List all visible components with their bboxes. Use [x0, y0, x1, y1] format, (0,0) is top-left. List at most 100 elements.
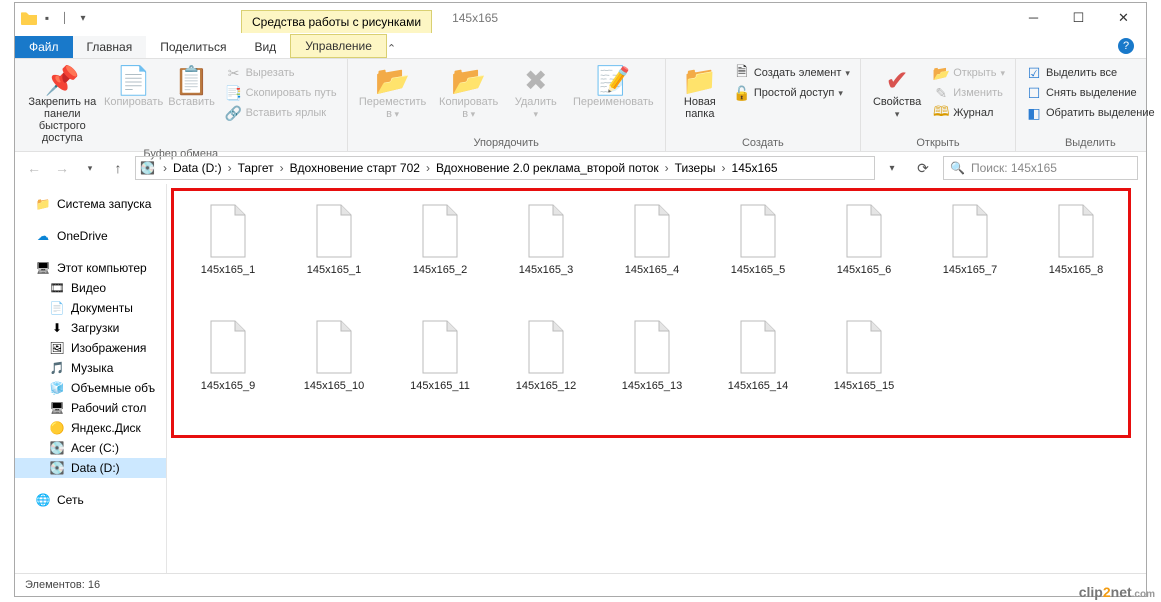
move-to-button[interactable]: 📂 Переместить в	[356, 62, 430, 135]
content-area[interactable]: 145x165_1145x165_1145x165_2145x165_3145x…	[167, 184, 1146, 573]
nav-up-button[interactable]: ↑	[107, 157, 129, 179]
breadcrumb-seg[interactable]: Data (D:)	[171, 161, 224, 175]
tree-item[interactable]: ⬇Загрузки	[15, 318, 166, 338]
ribbon-collapse-icon[interactable]: ⌃	[387, 42, 396, 55]
help-icon[interactable]: ?	[1118, 38, 1134, 54]
ribbon-group-select: ☑Выделить все ☐Снять выделение ◧Обратить…	[1016, 59, 1161, 151]
wm-d: .com	[1132, 589, 1155, 600]
nav-tree[interactable]: 📁Система запуска ☁OneDrive 🖥Этот компьютер…	[15, 184, 167, 573]
invert-label: Обратить выделение	[1046, 107, 1155, 119]
easy-access-button[interactable]: 🔓Простой доступ	[732, 84, 852, 102]
file-item[interactable]: 145x165_7	[917, 194, 1023, 310]
file-item[interactable]: 145x165_15	[811, 310, 917, 426]
tab-file[interactable]: Файл	[15, 36, 73, 58]
nav-recent-dropdown[interactable]: ▾	[79, 157, 101, 179]
tree-item[interactable]: 🖼Изображения	[15, 338, 166, 358]
open-button[interactable]: 📂Открыть	[931, 64, 1007, 82]
maximize-button[interactable]: ☐	[1056, 3, 1101, 32]
file-item[interactable]: 145x165_1	[175, 194, 281, 310]
paste-shortcut-button[interactable]: 🔗Вставить ярлык	[224, 104, 339, 122]
ribbon-tabs: Файл Главная Поделиться Вид Управление ⌃…	[15, 33, 1146, 58]
select-all-button[interactable]: ☑Выделить все	[1024, 64, 1157, 82]
tree-item[interactable]: 🌐Сеть	[15, 490, 166, 510]
file-item[interactable]: 145x165_1	[281, 194, 387, 310]
tree-item[interactable]: 🧊Объемные объ	[15, 378, 166, 398]
tree-item[interactable]: 🎵Музыка	[15, 358, 166, 378]
invert-selection-button[interactable]: ◧Обратить выделение	[1024, 104, 1157, 122]
quick-access-menu-icon[interactable]: ▾	[75, 10, 91, 26]
tree-icon: 💽	[49, 441, 65, 455]
file-icon	[631, 204, 673, 258]
file-item[interactable]: 145x165_13	[599, 310, 705, 426]
tree-item[interactable]: 📁Система запуска	[15, 194, 166, 214]
file-icon	[737, 320, 779, 374]
tree-item[interactable]: 🟡Яндекс.Диск	[15, 418, 166, 438]
select-group-label: Выделить	[1024, 135, 1157, 149]
file-item[interactable]: 145x165_8	[1023, 194, 1129, 310]
quick-access-save-icon[interactable]: ▪	[39, 10, 55, 26]
moveto-icon: 📂	[375, 64, 410, 96]
file-grid: 145x165_1145x165_1145x165_2145x165_3145x…	[175, 194, 1135, 426]
file-name: 145x165_5	[731, 264, 785, 276]
breadcrumb[interactable]: 💽 › Data (D:)› Таргет› Вдохновение старт…	[135, 156, 875, 180]
breadcrumb-seg[interactable]: Тизеры	[673, 161, 718, 175]
tab-view[interactable]: Вид	[240, 36, 290, 58]
history-button[interactable]: 🕮Журнал	[931, 104, 1007, 122]
pin-to-quickaccess-button[interactable]: 📌 Закрепить на панели быстрого доступа	[23, 62, 102, 146]
file-item[interactable]: 145x165_2	[387, 194, 493, 310]
tree-label: Музыка	[71, 361, 113, 375]
tree-item[interactable]: 🎞Видео	[15, 278, 166, 298]
file-item[interactable]: 145x165_9	[175, 310, 281, 426]
file-item[interactable]: 145x165_5	[705, 194, 811, 310]
search-input[interactable]: 🔍 Поиск: 145x165	[943, 156, 1138, 180]
new-folder-button[interactable]: 📁 Новая папка	[674, 62, 726, 135]
breadcrumb-seg[interactable]: Вдохновение старт 702	[288, 161, 422, 175]
tree-item[interactable]: 💽Acer (C:)	[15, 438, 166, 458]
delete-button[interactable]: ✖ Удалить	[508, 62, 564, 135]
cut-button[interactable]: ✂Вырезать	[224, 64, 339, 82]
select-none-button[interactable]: ☐Снять выделение	[1024, 84, 1157, 102]
tree-item[interactable]: 📄Документы	[15, 298, 166, 318]
file-item[interactable]: 145x165_11	[387, 310, 493, 426]
new-item-button[interactable]: 🗎Создать элемент	[732, 64, 852, 82]
nav-back-button[interactable]: ←	[23, 157, 45, 179]
tab-manage[interactable]: Управление	[290, 34, 387, 58]
refresh-button[interactable]: ⟳	[909, 156, 937, 180]
file-item[interactable]: 145x165_14	[705, 310, 811, 426]
breadcrumb-seg[interactable]: Таргет	[236, 161, 276, 175]
breadcrumb-dropdown[interactable]: ▾	[881, 157, 903, 179]
file-icon	[737, 204, 779, 258]
file-item[interactable]: 145x165_10	[281, 310, 387, 426]
tree-item[interactable]: 💽Data (D:)	[15, 458, 166, 478]
breadcrumb-seg[interactable]: 145х165	[730, 161, 780, 175]
scissors-icon: ✂	[226, 65, 242, 81]
file-item[interactable]: 145x165_3	[493, 194, 599, 310]
paste-button[interactable]: 📋 Вставить	[166, 62, 218, 146]
rename-button[interactable]: 📝 Переименовать	[570, 62, 657, 135]
file-item[interactable]: 145x165_6	[811, 194, 917, 310]
tree-item[interactable]: 🖥Рабочий стол	[15, 398, 166, 418]
nav-forward-button[interactable]: →	[51, 157, 73, 179]
properties-label: Свойства	[873, 96, 921, 120]
file-name: 145x165_13	[622, 380, 683, 392]
tab-share[interactable]: Поделиться	[146, 36, 240, 58]
tree-item[interactable]: 🖥Этот компьютер	[15, 258, 166, 278]
close-button[interactable]: ✕	[1101, 3, 1146, 32]
minimize-button[interactable]: ─	[1011, 3, 1056, 32]
copy-to-button[interactable]: 📂 Копировать в	[436, 62, 502, 135]
tab-home[interactable]: Главная	[73, 36, 147, 58]
edit-button[interactable]: ✎Изменить	[931, 84, 1007, 102]
copy-button[interactable]: 📄 Копировать	[108, 62, 160, 146]
tree-item[interactable]: ☁OneDrive	[15, 226, 166, 246]
properties-button[interactable]: ✔ Свойства	[869, 62, 925, 135]
breadcrumb-seg[interactable]: Вдохновение 2.0 реклама_второй поток	[434, 161, 661, 175]
copy-path-button[interactable]: 📑Скопировать путь	[224, 84, 339, 102]
file-item[interactable]: 145x165_12	[493, 310, 599, 426]
window-title: 145x165	[452, 11, 498, 25]
quick-access-dropdown-icon[interactable]: │	[57, 10, 73, 26]
selectnone-icon: ☐	[1026, 85, 1042, 101]
file-icon	[525, 204, 567, 258]
file-icon	[949, 204, 991, 258]
file-item[interactable]: 145x165_4	[599, 194, 705, 310]
open-label: Открыть	[953, 67, 996, 79]
